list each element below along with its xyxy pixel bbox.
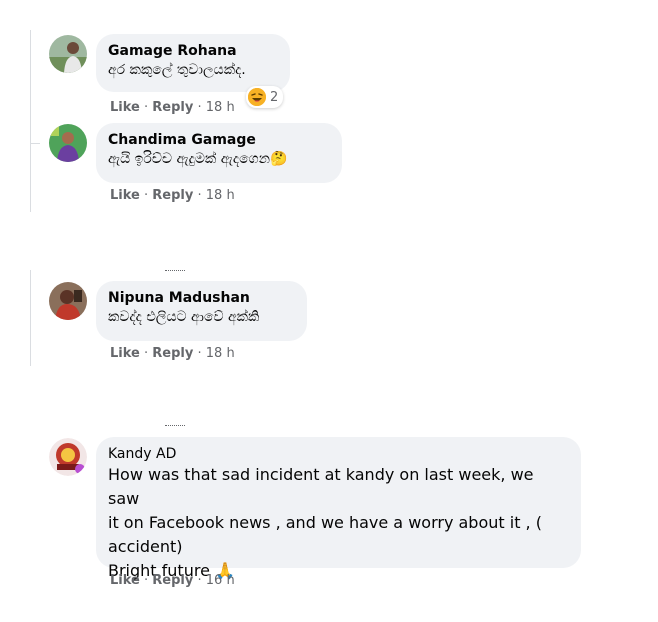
thread-line — [30, 270, 31, 366]
comment-text-line: accident) — [108, 537, 183, 556]
comment-bubble: Chandima Gamage ඇයි ඉරිච්ච ඇදුමක් ඇදගෙන🤔 — [96, 123, 342, 183]
separator: · — [144, 573, 149, 588]
separator: · — [144, 100, 149, 115]
timestamp[interactable]: 18 h — [206, 100, 235, 115]
comment-actions: Like · Reply · 18 h — [110, 100, 235, 116]
comment-bubble: Kandy AD How was that sad incident at ka… — [96, 437, 581, 580]
separator: · — [144, 346, 149, 361]
avatar[interactable] — [49, 438, 87, 476]
reply-button[interactable]: Reply — [152, 573, 193, 588]
like-button[interactable]: Like — [110, 346, 140, 361]
like-button[interactable]: Like — [110, 100, 140, 115]
separator: · — [197, 100, 202, 115]
comment-actions: Like · Reply · 18 h — [110, 346, 235, 362]
timestamp[interactable]: 18 h — [206, 188, 235, 203]
reply-button[interactable]: Reply — [152, 346, 193, 361]
thread-line — [30, 30, 31, 212]
reaction-count: 2 — [270, 89, 279, 105]
comment-bubble: Gamage Rohana අර කකුලේ තුවාලයක්ද. — [96, 34, 290, 92]
collapsed-divider — [165, 270, 185, 272]
avatar[interactable] — [49, 124, 87, 162]
comment-author[interactable]: Chandima Gamage — [108, 131, 330, 149]
comment-author[interactable]: Gamage Rohana — [108, 42, 278, 60]
comment-text: ඇයි ඉරිච්ච ඇදුමක් ඇදගෙන🤔 — [108, 151, 288, 167]
comment-bubble: Nipuna Madushan කවද්ද එලියට ආවේ අක්කි — [96, 281, 307, 341]
separator: · — [144, 188, 149, 203]
timestamp[interactable]: 16 h — [206, 573, 235, 588]
comment-text: අර කකුලේ තුවාලයක්ද. — [108, 62, 246, 78]
comment-author[interactable]: Nipuna Madushan — [108, 289, 295, 307]
reply-button[interactable]: Reply — [152, 188, 193, 203]
comment-text-line: it on Facebook news , and we have a worr… — [108, 513, 542, 532]
comment-text-line: How was that sad incident at kandy on la… — [108, 465, 534, 508]
reply-button[interactable]: Reply — [152, 100, 193, 115]
thread-stub — [30, 143, 40, 144]
avatar[interactable] — [49, 282, 87, 320]
timestamp[interactable]: 18 h — [206, 346, 235, 361]
reaction-summary[interactable]: 2 — [246, 86, 284, 108]
comment-author[interactable]: Kandy AD — [108, 445, 569, 463]
haha-emoji-icon — [248, 88, 266, 106]
like-button[interactable]: Like — [110, 188, 140, 203]
comment-actions: Like · Reply · 18 h — [110, 188, 235, 204]
comment-actions: Like · Reply · 16 h — [110, 573, 235, 589]
collapsed-divider — [165, 425, 185, 427]
comment-text: කවද්ද එලියට ආවේ අක්කි — [108, 309, 260, 325]
like-button[interactable]: Like — [110, 573, 140, 588]
separator: · — [197, 346, 202, 361]
separator: · — [197, 188, 202, 203]
avatar[interactable] — [49, 35, 87, 73]
separator: · — [197, 573, 202, 588]
